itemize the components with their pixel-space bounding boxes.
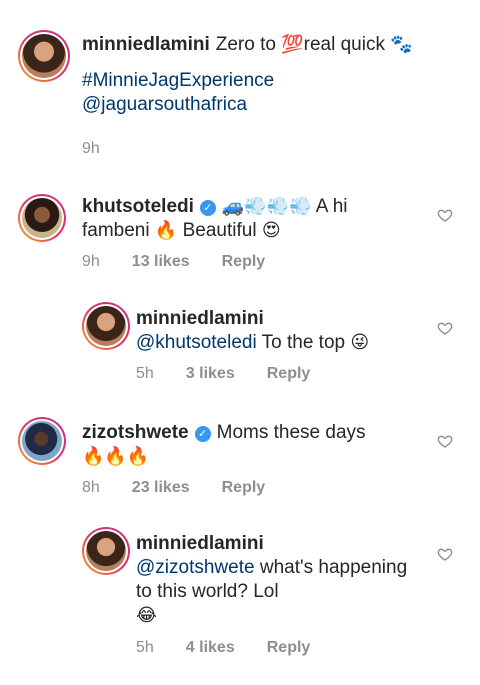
heart-eyes-icon: 😍 bbox=[261, 220, 281, 241]
comment-mention[interactable]: @khutsoteledi bbox=[136, 332, 257, 353]
comment-time: 8h bbox=[82, 479, 100, 496]
comment-username[interactable]: khutsoteledi bbox=[82, 196, 194, 217]
comment-mention[interactable]: @zizotshwete bbox=[136, 557, 255, 578]
comment-likes[interactable]: 4 likes bbox=[186, 639, 235, 656]
verified-badge-icon: ✓ bbox=[194, 426, 211, 442]
comment-text: minniedlamini @zizotshwete what's happen… bbox=[136, 532, 426, 628]
caption-text-before: Zero to bbox=[215, 34, 276, 55]
comment-username[interactable]: zizotshwete bbox=[82, 422, 189, 443]
heart-outline-icon[interactable] bbox=[437, 433, 453, 449]
winking-tongue-icon: 😜 bbox=[350, 332, 370, 353]
comment-likes[interactable]: 13 likes bbox=[132, 253, 190, 270]
caption-hashtag[interactable]: #MinnieJagExperience bbox=[82, 69, 462, 93]
fire-icon: 🔥 bbox=[154, 220, 178, 241]
avatar[interactable] bbox=[18, 30, 70, 82]
verified-badge-icon: ✓ bbox=[199, 200, 216, 216]
avatar-image bbox=[22, 421, 62, 461]
comment-reply: minniedlamini @khutsoteledi To the top 😜… bbox=[0, 290, 480, 395]
caption-username[interactable]: minniedlamini bbox=[82, 34, 210, 55]
comment-text: zizotshwete ✓ Moms these days 🔥🔥🔥 bbox=[82, 421, 412, 469]
comment-text: khutsoteledi ✓ 🚙💨💨💨 A hi fambeni 🔥 Beautif… bbox=[82, 195, 412, 243]
comment-body: Moms these days bbox=[216, 422, 366, 443]
avatar-image bbox=[22, 34, 66, 78]
heart-outline-icon[interactable] bbox=[437, 207, 453, 223]
avatar-image bbox=[86, 306, 126, 346]
comment-body-2: Beautiful bbox=[182, 220, 257, 241]
avatar[interactable] bbox=[18, 417, 66, 465]
caption-time: 9h bbox=[82, 140, 100, 157]
caption-text: minniedlamini Zero to 💯real quick 🐾 #Minn… bbox=[82, 33, 462, 117]
comment-meta: 9h 13 likes Reply bbox=[82, 253, 297, 271]
comment-time: 9h bbox=[82, 253, 100, 270]
avatar[interactable] bbox=[82, 302, 130, 350]
comment-likes[interactable]: 23 likes bbox=[132, 479, 190, 496]
heart-outline-icon[interactable] bbox=[437, 320, 453, 336]
comment-meta: 8h 23 likes Reply bbox=[82, 479, 297, 497]
comment-time: 5h bbox=[136, 365, 154, 382]
caption-mention[interactable]: @jaguarsouthafrica bbox=[82, 93, 462, 117]
avatar[interactable] bbox=[82, 527, 130, 575]
heart-outline-icon[interactable] bbox=[437, 546, 453, 562]
comment-reply: minniedlamini @zizotshwete what's happen… bbox=[0, 515, 480, 680]
caption-text-after: real quick bbox=[303, 34, 385, 55]
laughing-tears-icon: 😂 bbox=[136, 605, 158, 626]
comment-meta: 5h 4 likes Reply bbox=[136, 639, 342, 657]
reply-button[interactable]: Reply bbox=[222, 253, 266, 270]
comment-meta: 5h 3 likes Reply bbox=[136, 365, 342, 383]
avatar-image bbox=[86, 531, 126, 571]
reply-button[interactable]: Reply bbox=[267, 639, 311, 656]
comment-likes[interactable]: 3 likes bbox=[186, 365, 235, 382]
comment-username[interactable]: minniedlamini bbox=[136, 307, 420, 331]
paw-prints-icon: 🐾 bbox=[390, 34, 413, 55]
reply-button[interactable]: Reply bbox=[222, 479, 266, 496]
avatar[interactable] bbox=[18, 194, 66, 242]
hundred-icon: 💯 bbox=[281, 34, 304, 55]
reply-button[interactable]: Reply bbox=[267, 365, 311, 382]
car-icon: 🚙💨💨💨 bbox=[221, 196, 312, 217]
caption: minniedlamini Zero to 💯real quick 🐾 #Minn… bbox=[0, 0, 480, 175]
comment: zizotshwete ✓ Moms these days 🔥🔥🔥 8h 23 lik… bbox=[0, 403, 480, 508]
comment-time: 5h bbox=[136, 639, 154, 656]
comment-username[interactable]: minniedlamini bbox=[136, 532, 420, 556]
comment-body: To the top bbox=[261, 332, 346, 353]
avatar-image bbox=[22, 198, 62, 238]
fire-icon: 🔥🔥🔥 bbox=[82, 446, 150, 467]
comment: khutsoteledi ✓ 🚙💨💨💨 A hi fambeni 🔥 Beautif… bbox=[0, 180, 480, 285]
caption-meta: 9h bbox=[82, 140, 132, 158]
comment-text: minniedlamini @khutsoteledi To the top 😜 bbox=[136, 307, 426, 355]
